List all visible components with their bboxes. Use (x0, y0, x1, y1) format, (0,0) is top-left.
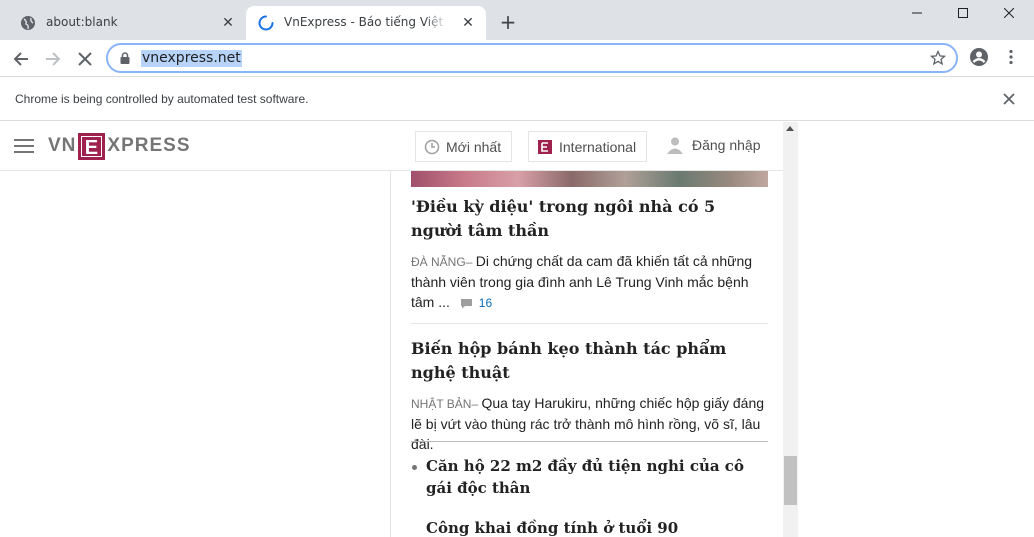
stop-loading-icon (78, 52, 92, 66)
globe-icon (21, 16, 35, 30)
related-article: Căn hộ 22 m2 đầy đủ tiện nghi của cô gái… (411, 455, 768, 499)
scrollbar-thumb[interactable] (784, 456, 797, 505)
user-icon (667, 137, 683, 154)
latest-news-label: Mới nhất (446, 138, 502, 155)
related-article-title[interactable]: Căn hộ 22 m2 đầy đủ tiện nghi của cô gái… (426, 455, 768, 499)
kebab-menu-icon[interactable] (1003, 49, 1019, 65)
new-tab-button[interactable]: + (497, 12, 519, 34)
address-bar[interactable]: vnexpress.net (106, 43, 958, 73)
related-article: Công khai đồng tính ở tuổi 90 (411, 517, 768, 537)
clock-icon (424, 139, 440, 154)
tab-title: about:blank (46, 15, 118, 29)
latest-news-button[interactable]: Mới nhất (415, 131, 513, 162)
login-link[interactable]: Đăng nhập (666, 136, 761, 154)
article-title[interactable]: 'Điều kỳ diệu' trong ngôi nhà có 5 người… (411, 195, 768, 243)
article-item: 'Điều kỳ diệu' trong ngôi nhà có 5 người… (411, 195, 768, 313)
article-location: ĐÀ NẴNG (411, 255, 466, 269)
logo-e-box: E (78, 132, 106, 160)
arrow-left-icon (13, 52, 28, 66)
lock-icon (120, 52, 130, 64)
related-article-title[interactable]: Công khai đồng tính ở tuổi 90 (426, 517, 768, 537)
hamburger-menu-icon[interactable] (14, 139, 34, 154)
article-item: Biến hộp bánh kẹo thành tác phẩm nghệ th… (411, 337, 768, 454)
scroll-up-arrow-icon[interactable] (786, 126, 794, 131)
news-column: 'Điều kỳ diệu' trong ngôi nhà có 5 người… (390, 171, 783, 537)
close-infobar-icon[interactable] (1001, 91, 1017, 107)
close-window-button[interactable] (986, 0, 1032, 26)
maximize-icon (958, 8, 968, 18)
close-icon (1004, 8, 1014, 18)
back-button[interactable] (8, 46, 34, 72)
tab-title: VnExpress - Báo tiếng Việt nhiều người x… (284, 15, 444, 29)
maximize-button[interactable] (940, 0, 986, 26)
bullet-icon (412, 465, 417, 470)
infobar-message: Chrome is being controlled by automated … (15, 92, 309, 106)
article-divider (411, 323, 768, 324)
article-thumbnail[interactable] (411, 171, 768, 187)
tab-strip: about:blank ✕ VnExpress - Báo tiếng Việt… (0, 0, 1034, 40)
vnexpress-logo[interactable]: VN E XPRESS (48, 132, 191, 160)
automation-infobar: Chrome is being controlled by automated … (0, 77, 1034, 121)
close-tab-icon[interactable]: ✕ (220, 15, 236, 31)
minimize-button[interactable] (894, 0, 940, 26)
logo-text-right: XPRESS (107, 135, 191, 156)
international-label: International (559, 138, 637, 155)
article-summary: NHẬT BẢN– Qua tay Harukiru, những chiếc … (411, 395, 765, 452)
forward-button[interactable] (40, 46, 66, 72)
browser-toolbar: vnexpress.net (0, 40, 1034, 77)
stop-button[interactable] (72, 46, 98, 72)
page-scrollbar[interactable] (783, 122, 798, 537)
article-divider (411, 441, 768, 442)
close-tab-icon[interactable]: ✕ (460, 15, 476, 31)
logo-text-left: VN (48, 135, 77, 156)
tab-vnexpress[interactable]: VnExpress - Báo tiếng Việt nhiều người x… (246, 6, 486, 40)
profile-avatar-icon[interactable] (968, 46, 990, 68)
bookmark-star-icon[interactable] (930, 50, 946, 66)
comment-count[interactable]: 16 (479, 296, 492, 310)
url-text[interactable]: vnexpress.net (141, 50, 242, 67)
international-button[interactable]: International (528, 131, 648, 162)
comment-icon[interactable] (460, 298, 473, 309)
minimize-icon (912, 12, 922, 14)
loading-spinner-icon (258, 15, 274, 31)
arrow-right-icon (46, 52, 61, 66)
tab-about-blank[interactable]: about:blank ✕ (8, 6, 246, 40)
article-location: NHẬT BẢN (411, 397, 472, 411)
login-label: Đăng nhập (692, 137, 761, 153)
article-summary: ĐÀ NẴNG– Di chứng chất da cam đã khiến t… (411, 253, 753, 310)
international-e-icon (538, 139, 552, 154)
article-title[interactable]: Biến hộp bánh kẹo thành tác phẩm nghệ th… (411, 337, 768, 385)
